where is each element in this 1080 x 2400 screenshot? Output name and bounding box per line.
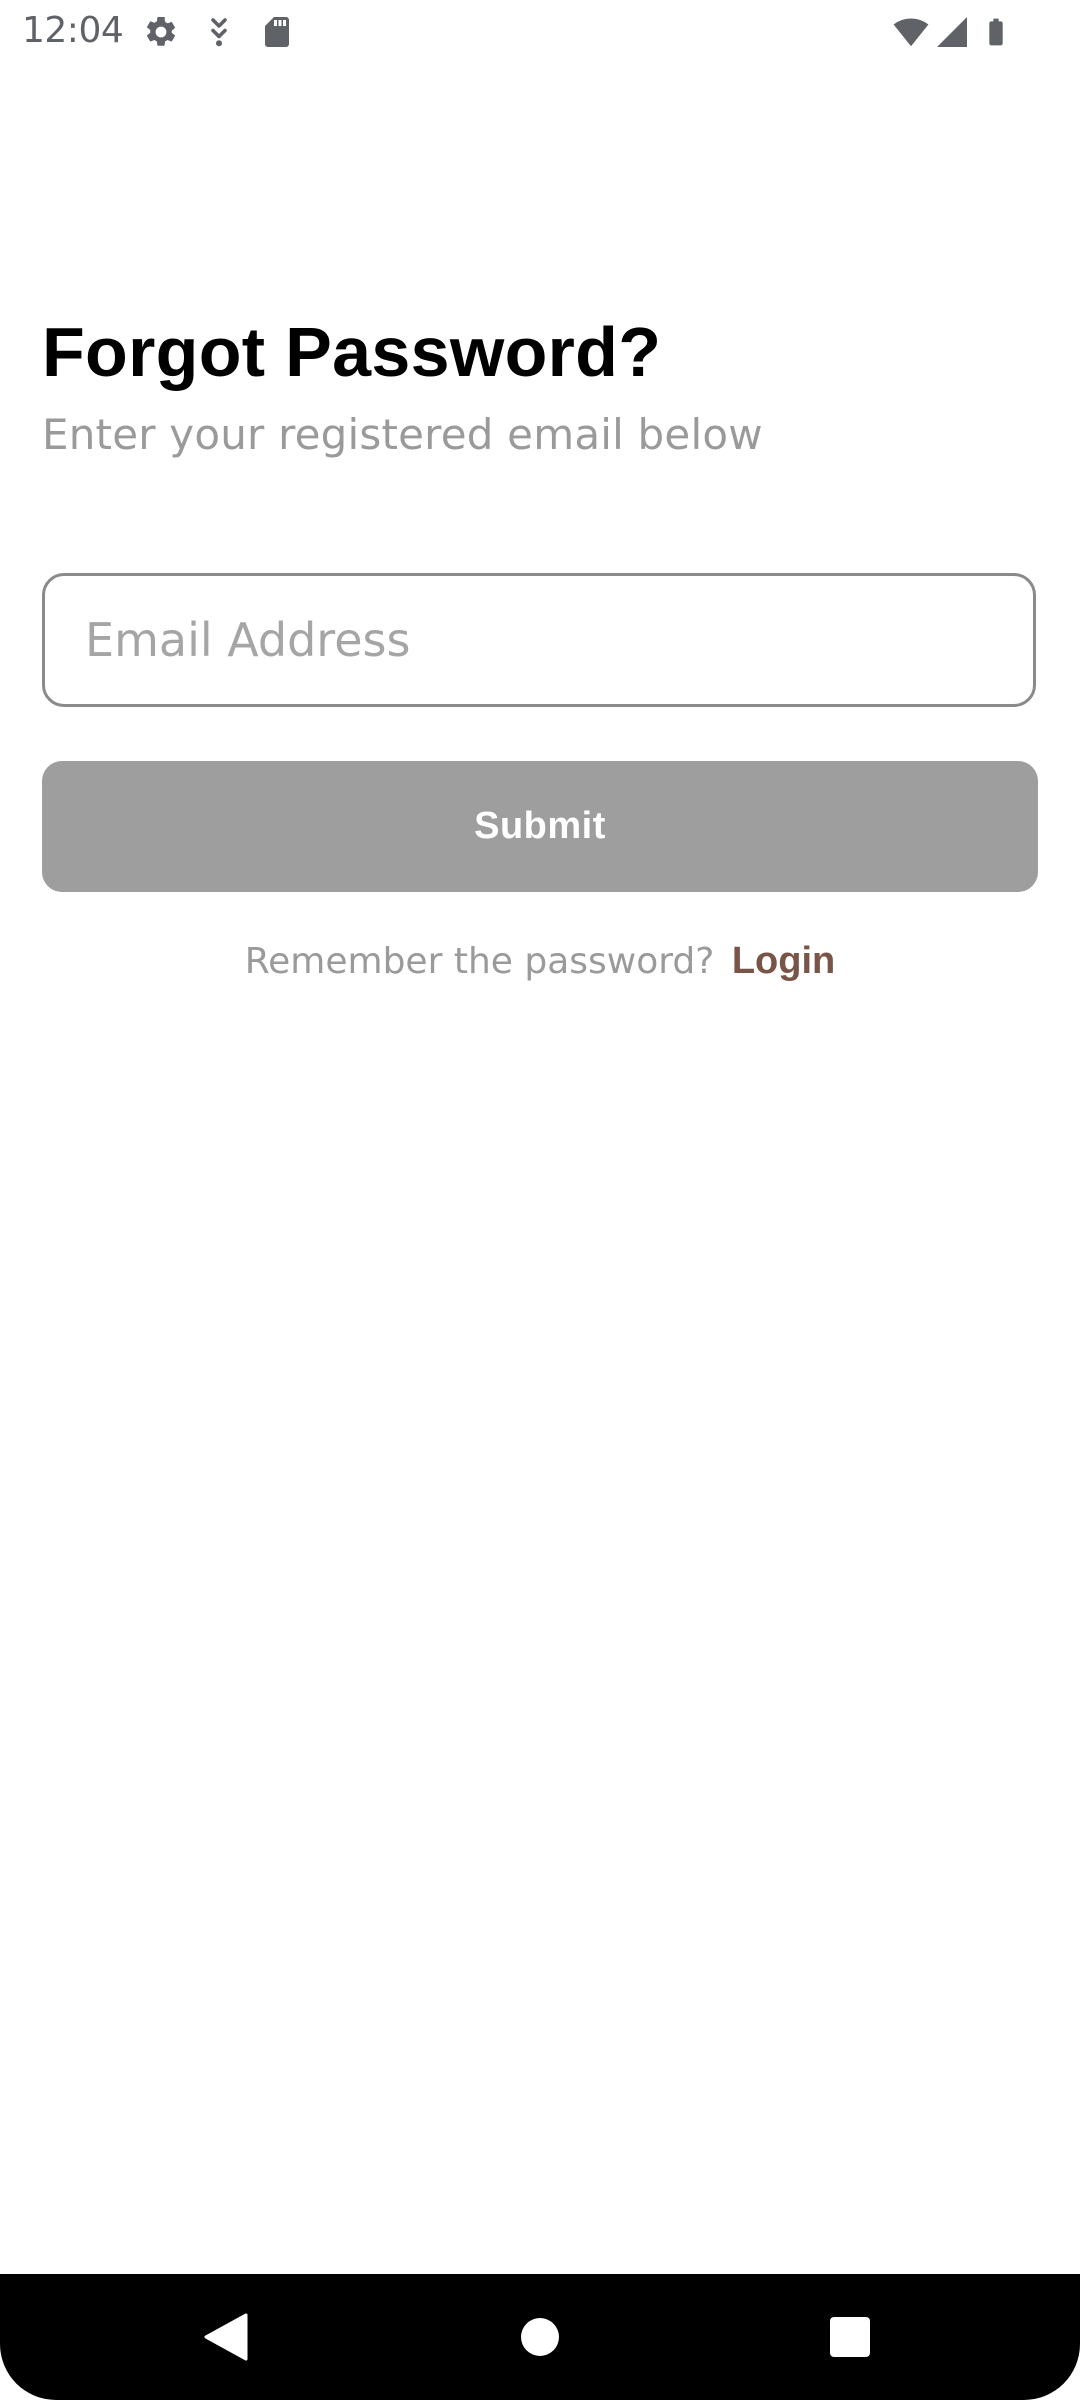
login-row: Remember the password? Login xyxy=(0,940,1080,983)
download-icon xyxy=(201,14,237,50)
recents-icon[interactable] xyxy=(790,2274,910,2400)
forgot-password-screen: 12:04 Forgot Password? Enter your regist… xyxy=(0,0,1080,2400)
battery-icon xyxy=(980,14,1012,50)
email-input[interactable] xyxy=(45,576,1033,704)
wifi-icon xyxy=(890,14,932,50)
page-title: Forgot Password? xyxy=(42,313,662,391)
login-prompt: Remember the password? xyxy=(244,941,715,982)
sd-card-icon xyxy=(259,14,295,50)
login-link[interactable]: Login xyxy=(732,940,835,982)
status-time: 12:04 xyxy=(22,10,124,51)
status-bar: 12:04 xyxy=(0,0,1080,64)
back-icon[interactable] xyxy=(165,2274,285,2400)
home-icon[interactable] xyxy=(480,2274,600,2400)
navigation-bar xyxy=(0,2274,1080,2400)
submit-button[interactable]: Submit xyxy=(42,761,1038,892)
email-field[interactable] xyxy=(42,573,1036,707)
signal-icon xyxy=(933,14,971,50)
settings-icon xyxy=(143,14,179,50)
page-subtitle: Enter your registered email below xyxy=(42,410,763,459)
